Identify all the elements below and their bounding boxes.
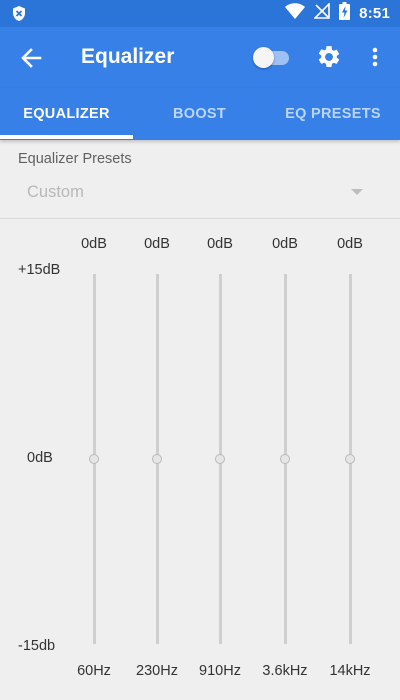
dropdown-arrow-icon (351, 189, 363, 195)
band-frequency-label: 230Hz (136, 663, 178, 679)
tab-bar: EQUALIZER BOOST EQ PRESETS (0, 88, 400, 140)
shield-notification-icon (11, 5, 27, 22)
slider-thumb[interactable] (215, 454, 225, 464)
slider-thumb[interactable] (280, 454, 290, 464)
tab-equalizer[interactable]: EQUALIZER (0, 88, 133, 140)
band-frequency-label: 3.6kHz (262, 663, 308, 679)
band-slider-14khz[interactable] (340, 274, 360, 644)
divider (0, 218, 400, 219)
toggle-thumb (253, 47, 274, 68)
wifi-icon (285, 3, 306, 24)
status-icons: 8:51 (285, 2, 390, 25)
eq-min-label: -15db (18, 638, 56, 654)
band-frequency-label: 60Hz (77, 663, 111, 679)
band-gain-label: 0dB (144, 236, 170, 252)
app-toolbar: Equalizer (0, 27, 400, 88)
arrow-back-icon (21, 48, 42, 68)
band-frequency-label: 14kHz (329, 663, 371, 679)
band-frequency-label: 910Hz (199, 663, 241, 679)
band-gain-label: 0dB (207, 236, 233, 252)
settings-button[interactable] (316, 44, 342, 70)
band-slider-230hz[interactable] (147, 274, 167, 644)
presets-dropdown[interactable]: Custom (18, 176, 382, 208)
more-vert-icon (372, 47, 378, 67)
band-slider-3-6khz[interactable] (275, 274, 295, 644)
clock: 8:51 (359, 5, 390, 22)
eq-mid-label: 0dB (27, 450, 53, 466)
eq-max-label: +15dB (18, 262, 61, 278)
more-options-button[interactable] (365, 44, 385, 70)
equalizer-enable-toggle[interactable] (253, 47, 291, 68)
presets-selected-value: Custom (27, 183, 84, 201)
slider-thumb[interactable] (89, 454, 99, 464)
page-title: Equalizer (81, 45, 175, 68)
band-gain-label: 0dB (272, 236, 298, 252)
status-bar: 8:51 (0, 0, 400, 27)
band-gain-label: 0dB (337, 236, 363, 252)
back-button[interactable] (19, 45, 45, 71)
tab-eq-presets[interactable]: EQ PRESETS (266, 88, 400, 140)
no-signal-icon (313, 2, 330, 24)
battery-charging-icon (339, 2, 351, 25)
band-slider-910hz[interactable] (210, 274, 230, 644)
band-slider-60hz[interactable] (84, 274, 104, 644)
slider-thumb[interactable] (345, 454, 355, 464)
gear-icon (318, 46, 340, 67)
active-tab-indicator (0, 135, 133, 139)
presets-label: Equalizer Presets (18, 151, 132, 167)
band-gain-label: 0dB (81, 236, 107, 252)
slider-thumb[interactable] (152, 454, 162, 464)
tab-boost[interactable]: BOOST (133, 88, 266, 140)
